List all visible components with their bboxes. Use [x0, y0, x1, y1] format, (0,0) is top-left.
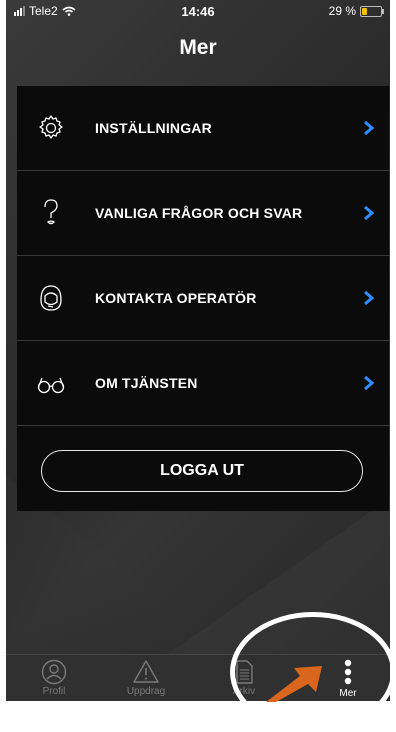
logout-button[interactable]: LOGGA UT [41, 450, 363, 492]
menu-item-label: OM TJÄNSTEN [95, 375, 198, 391]
tab-archive[interactable]: Arkiv [206, 655, 282, 701]
menu-item-label: INSTÄLLNINGAR [95, 120, 212, 136]
menu-item-label: VANLIGA FRÅGOR OCH SVAR [95, 205, 303, 221]
status-right: 29 % [328, 4, 384, 18]
tab-label: Arkiv [232, 686, 256, 697]
tab-profile[interactable]: Profil [16, 655, 92, 701]
chevron-right-icon [364, 291, 375, 305]
warning-icon [133, 660, 159, 683]
tab-label: Profil [42, 686, 66, 697]
battery-percent: 29 % [328, 4, 356, 18]
status-bar: Tele2 14:46 29 % [6, 0, 390, 22]
tab-label: Uppdrag [126, 686, 166, 697]
gear-icon [39, 115, 63, 139]
more-dots-icon [344, 659, 352, 685]
menu-item-about[interactable]: OM TJÄNSTEN [17, 341, 389, 426]
chevron-right-icon [364, 376, 375, 390]
battery-icon [360, 5, 384, 17]
menu-item-settings[interactable]: INSTÄLLNINGAR [17, 86, 389, 171]
chevron-right-icon [364, 206, 375, 220]
chevron-right-icon [364, 121, 375, 135]
operator-icon [40, 285, 62, 311]
tab-more[interactable]: Mer [310, 655, 386, 701]
menu-item-contact-operator[interactable]: KONTAKTA OPERATÖR [17, 256, 389, 341]
tab-label: Mer [339, 688, 357, 699]
page-title: Mer [179, 36, 217, 59]
tab-assignments[interactable]: Uppdrag [108, 655, 184, 701]
glasses-icon [37, 377, 65, 394]
menu-item-label: KONTAKTA OPERATÖR [95, 290, 257, 306]
menu-card: INSTÄLLNINGAR VANLIGA FRÅGOR OCH SVAR KO… [17, 86, 389, 511]
tab-bar: Profil Uppdrag Arkiv Mer [6, 654, 390, 701]
profile-icon [41, 659, 67, 685]
document-icon [236, 660, 253, 684]
question-icon [44, 199, 58, 225]
app-screen: Tele2 14:46 29 % Mer INSTÄLLNINGAR VANLI… [6, 0, 390, 701]
menu-item-faq[interactable]: VANLIGA FRÅGOR OCH SVAR [17, 171, 389, 256]
